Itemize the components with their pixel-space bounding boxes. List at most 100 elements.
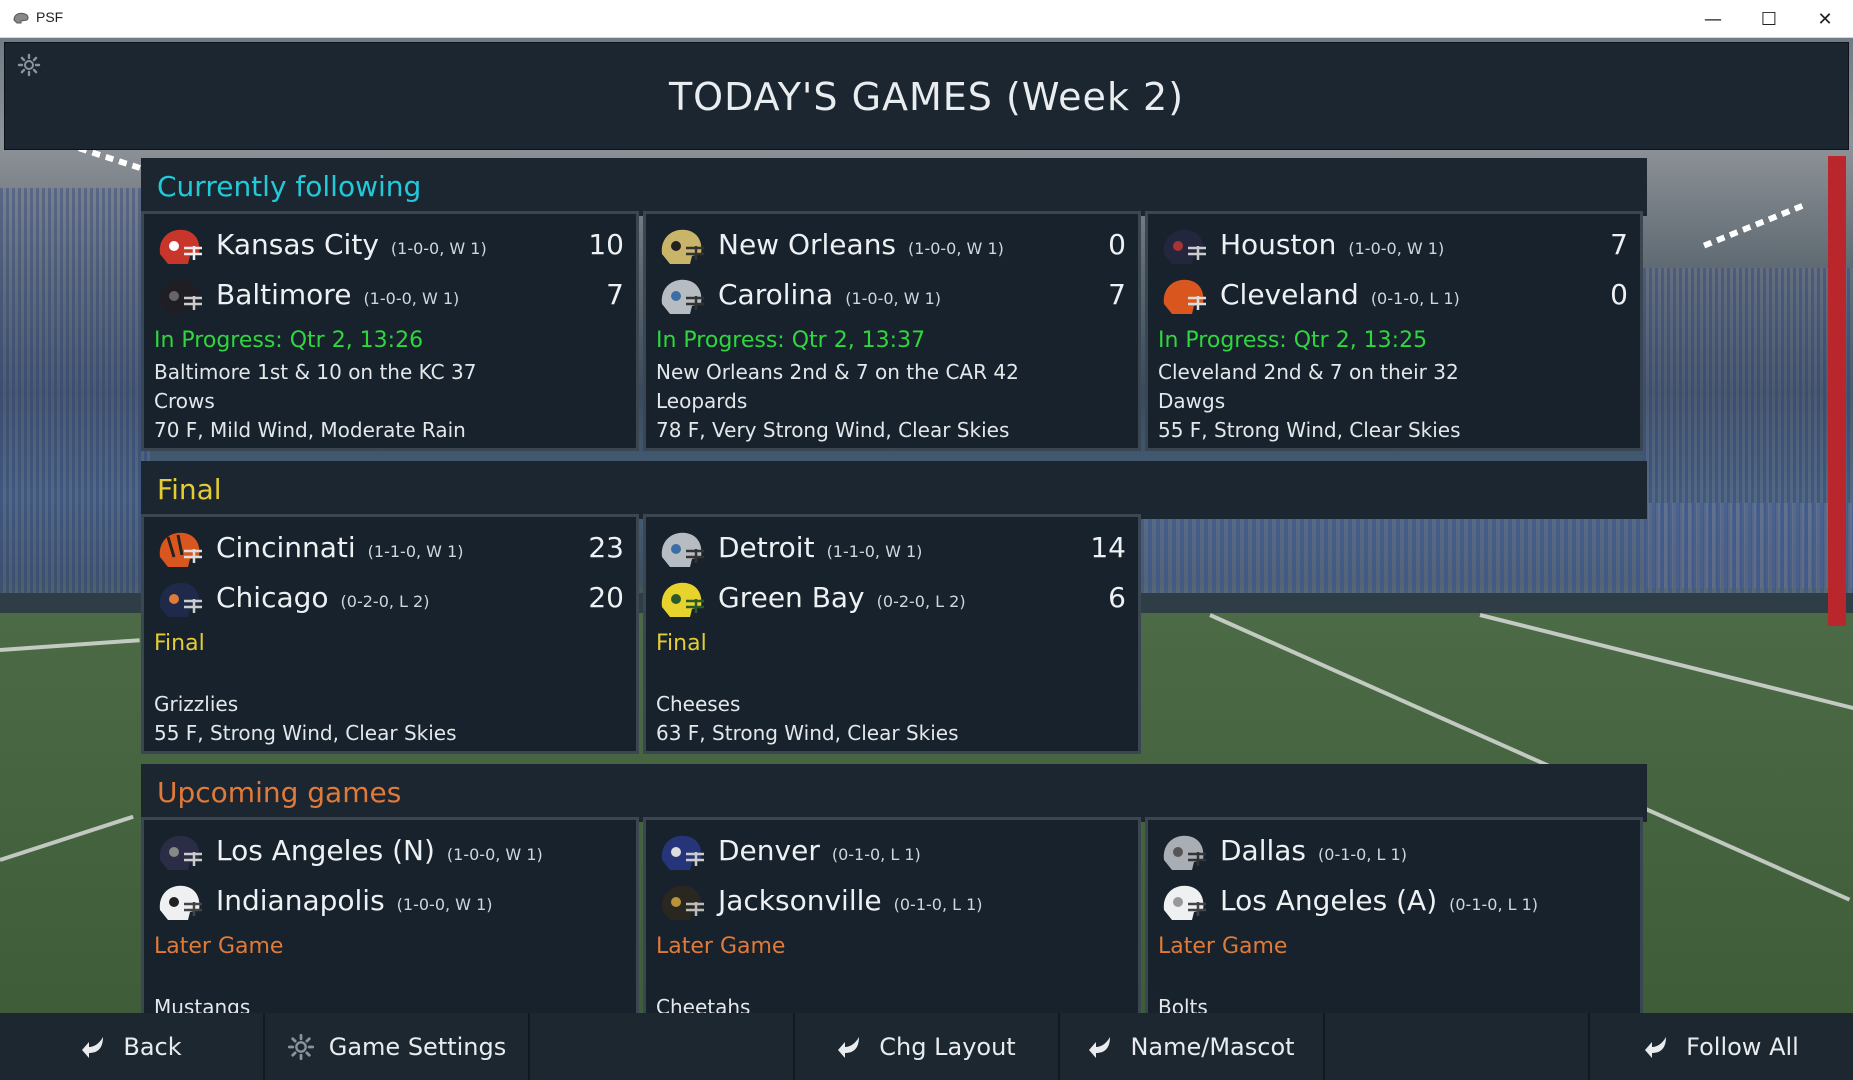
weather: 55 F, Strong Wind, Clear Skies (1158, 418, 1461, 442)
game-status: Later Game (656, 934, 786, 959)
back-button[interactable]: Back (0, 1013, 265, 1080)
team-record: (1-0-0, W 1) (1348, 239, 1445, 258)
team-row: Kansas City (1-0-0, W 1) 10 (154, 224, 624, 274)
team-name: New Orleans (1-0-0, W 1) (718, 228, 1004, 261)
app-area: TODAY'S GAMES (Week 2) Currently followi… (0, 38, 1853, 1080)
team-row: Carolina (1-0-0, W 1) 7 (656, 274, 1126, 324)
empty-button (530, 1013, 795, 1080)
team-name: Baltimore (1-0-0, W 1) (216, 278, 460, 311)
team-record: (1-0-0, W 1) (908, 239, 1004, 258)
game-card-hou-cle[interactable]: Houston (1-0-0, W 1) 7 Cleveland (0-1-0, L… (1145, 211, 1643, 451)
home-mascot: Leopards (656, 389, 748, 413)
game-card-det-gb[interactable]: Detroit (1-1-0, W 1) 14 Green Bay (0-2-0, … (643, 514, 1141, 754)
helmet-navy-icon (159, 835, 202, 870)
weather: 63 F, Strong Wind, Clear Skies (656, 721, 959, 745)
team-record: (1-0-0, W 1) (446, 845, 543, 864)
game-situation: Baltimore 1st & 10 on the KC 37 (154, 360, 477, 384)
chg-layout-button[interactable]: Chg Layout (795, 1013, 1060, 1080)
team-name: Dallas (0-1-0, L 1) (1220, 834, 1407, 867)
follow-all-button[interactable]: Follow All (1590, 1013, 1853, 1080)
helmet-blue-icon (661, 835, 704, 870)
team-row: Houston (1-0-0, W 1) 7 (1158, 224, 1628, 274)
team-row: Jacksonville (0-1-0, L 1) (656, 880, 1126, 930)
helmet-orange-icon (1163, 279, 1206, 314)
game-card-kc-bal[interactable]: Kansas City (1-0-0, W 1) 10 Baltimore (1-0… (141, 211, 639, 451)
section-currently-following: Currently following (141, 158, 1647, 216)
team-row: Indianapolis (1-0-0, W 1) (154, 880, 624, 930)
game-situation: Cleveland 2nd & 7 on their 32 (1158, 360, 1459, 384)
team-row: Los Angeles (A) (0-1-0, L 1) (1158, 880, 1628, 930)
name-mascot-button[interactable]: Name/Mascot (1060, 1013, 1325, 1080)
team-record: (1-0-0, W 1) (396, 895, 493, 914)
team-score: 20 (588, 581, 624, 614)
team-record: (0-1-0, L 1) (1318, 845, 1407, 864)
red-pylon (1828, 156, 1846, 626)
game-status: In Progress: Qtr 2, 13:26 (154, 328, 424, 353)
helmet-red-icon (159, 229, 202, 264)
team-score: 10 (588, 228, 624, 261)
chg-layout-label: Chg Layout (879, 1032, 1016, 1061)
team-record: (1-0-0, W 1) (363, 289, 460, 308)
team-row: Green Bay (0-2-0, L 2) 6 (656, 577, 1126, 627)
team-row: New Orleans (1-0-0, W 1) 0 (656, 224, 1126, 274)
team-record: (1-1-0, W 1) (367, 542, 464, 561)
team-row: Detroit (1-1-0, W 1) 14 (656, 527, 1126, 577)
minimize-button[interactable]: — (1685, 0, 1741, 38)
helmet-silver-icon (661, 279, 704, 314)
team-name: Kansas City (1-0-0, W 1) (216, 228, 487, 261)
team-name: Los Angeles (N) (1-0-0, W 1) (216, 834, 543, 867)
team-name: Cincinnati (1-1-0, W 1) (216, 531, 464, 564)
home-mascot: Grizzlies (154, 692, 239, 716)
team-row: Baltimore (1-0-0, W 1) 7 (154, 274, 624, 324)
game-situation: New Orleans 2nd & 7 on the CAR 42 (656, 360, 1019, 384)
team-name: Houston (1-0-0, W 1) (1220, 228, 1445, 261)
team-record: (1-0-0, W 1) (390, 239, 487, 258)
home-mascot: Cheeses (656, 692, 741, 716)
helmet-silver-icon (661, 532, 704, 567)
team-row: Los Angeles (N) (1-0-0, W 1) (154, 830, 624, 880)
back-label: Back (123, 1032, 182, 1061)
bottom-toolbar: Back Game Settings Chg Layout Name/Masco… (0, 1013, 1853, 1080)
helmet-white-icon (159, 885, 202, 920)
maximize-button[interactable]: ☐ (1741, 0, 1797, 38)
game-card-no-car[interactable]: New Orleans (1-0-0, W 1) 0 Carolina (1-0-0… (643, 211, 1141, 451)
team-record: (1-0-0, W 1) (845, 289, 942, 308)
team-row: Cleveland (0-1-0, L 1) 0 (1158, 274, 1628, 324)
arrow-icon (1645, 1036, 1667, 1058)
section-upcoming-games: Upcoming games (141, 764, 1647, 822)
home-mascot: Dawgs (1158, 389, 1226, 413)
arrow-icon (1089, 1036, 1111, 1058)
team-score: 0 (1108, 228, 1126, 261)
weather: 78 F, Very Strong Wind, Clear Skies (656, 418, 1010, 442)
arrow-icon (838, 1036, 860, 1058)
team-name: Jacksonville (0-1-0, L 1) (718, 884, 983, 917)
weather: 55 F, Strong Wind, Clear Skies (154, 721, 457, 745)
helmet-white-icon (1163, 885, 1206, 920)
team-name: Detroit (1-1-0, W 1) (718, 531, 923, 564)
game-settings-button[interactable]: Game Settings (265, 1013, 530, 1080)
helmet-black-icon (159, 279, 202, 314)
weather: 70 F, Mild Wind, Moderate Rain (154, 418, 466, 442)
game-status: Later Game (154, 934, 284, 959)
stadium-lights-right (1702, 201, 1808, 249)
page-header: TODAY'S GAMES (Week 2) (4, 42, 1849, 150)
team-score: 6 (1108, 581, 1126, 614)
helmet-navy-icon (1163, 229, 1206, 264)
close-button[interactable]: ✕ (1797, 0, 1853, 38)
back-arrow-icon (82, 1036, 104, 1058)
team-row: Dallas (0-1-0, L 1) (1158, 830, 1628, 880)
game-card-cin-chi[interactable]: Cincinnati (1-1-0, W 1) 23 Chicago (0-2-0,… (141, 514, 639, 754)
window-title: PSF (36, 9, 64, 25)
helmet-navy-icon (159, 582, 202, 617)
team-name: Carolina (1-0-0, W 1) (718, 278, 942, 311)
helmet-black-icon (661, 885, 704, 920)
helmet-yellow-icon (661, 582, 704, 617)
game-status: In Progress: Qtr 2, 13:37 (656, 328, 926, 353)
team-record: (1-1-0, W 1) (826, 542, 923, 561)
home-mascot: Crows (154, 389, 215, 413)
section-final: Final (141, 461, 1647, 519)
team-record: (0-1-0, L 1) (1449, 895, 1539, 914)
game-status: In Progress: Qtr 2, 13:25 (1158, 328, 1428, 353)
team-score: 7 (1108, 278, 1126, 311)
gear-icon (287, 1033, 314, 1060)
